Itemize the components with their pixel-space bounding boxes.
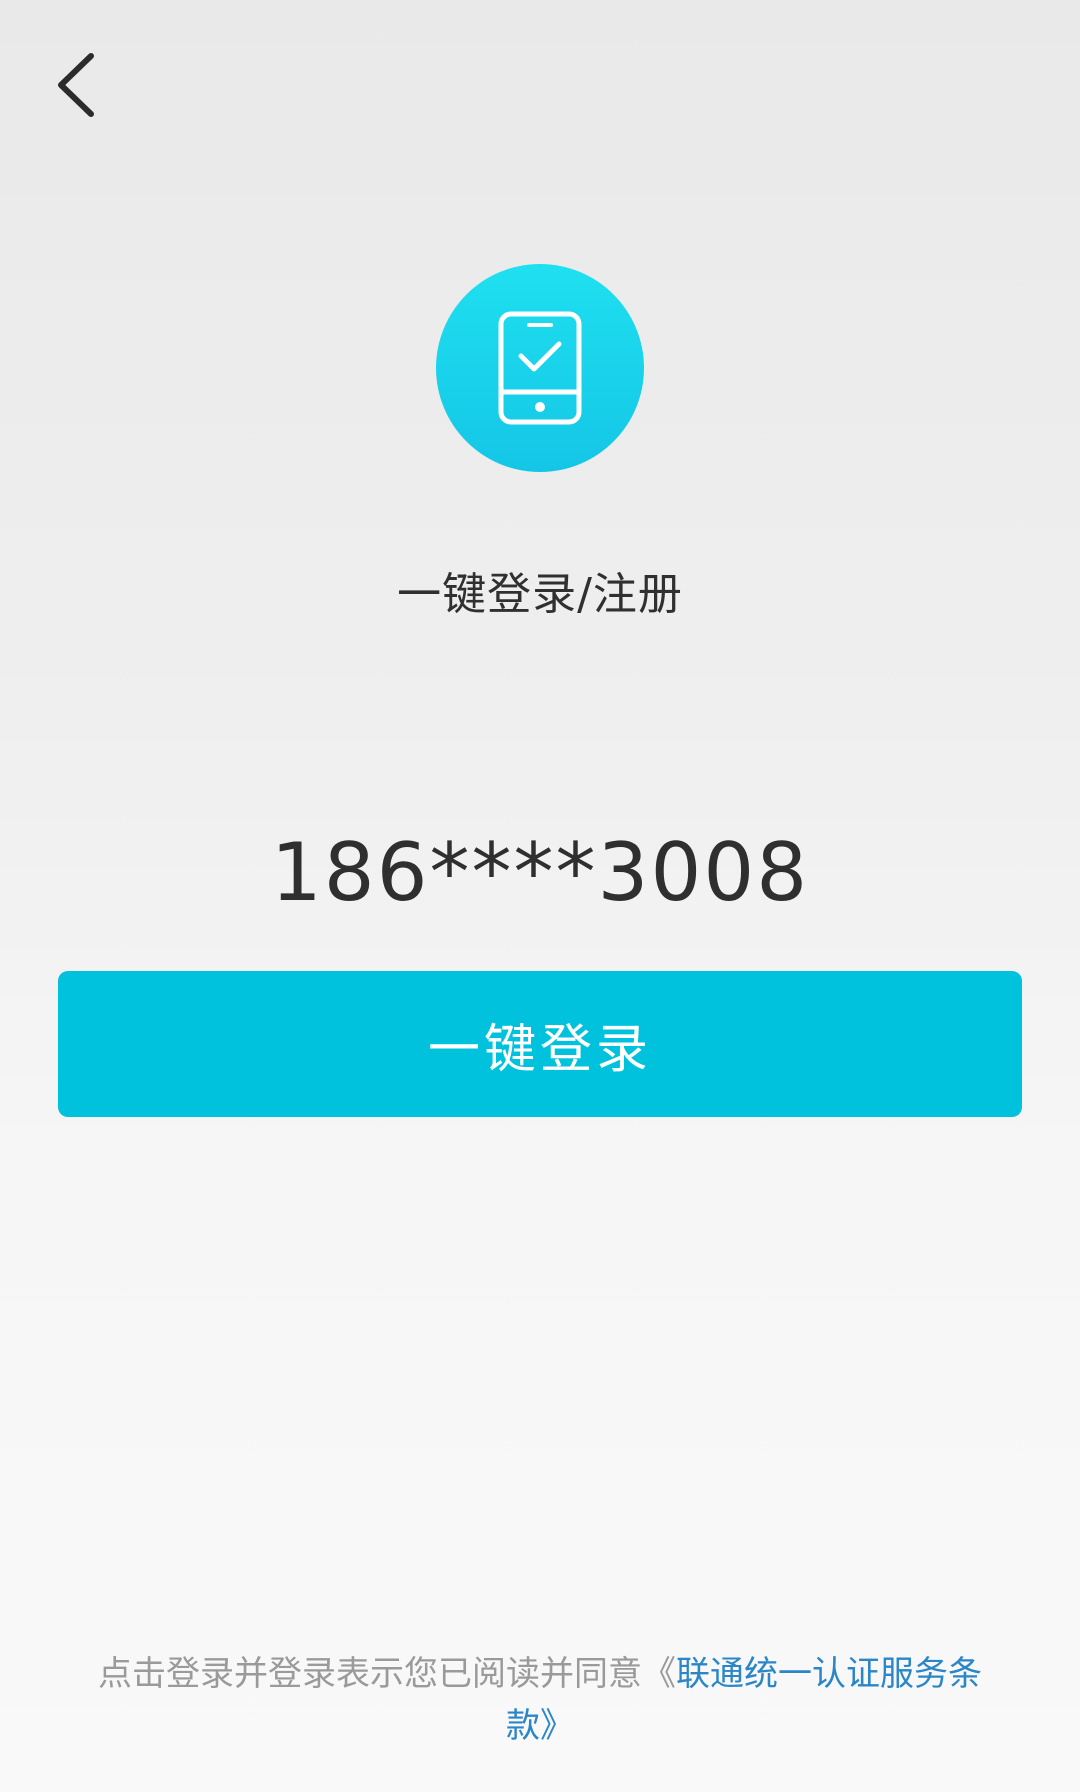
agreement-open-quote: 《	[642, 1654, 676, 1694]
page-title: 一键登录/注册	[397, 569, 683, 620]
back-button[interactable]	[36, 30, 116, 140]
app-logo	[436, 264, 644, 472]
agreement-notice: 点击登录并登录表示您已阅读并同意《联通统一认证服务条款》	[80, 1648, 1000, 1752]
phone-check-icon	[498, 311, 582, 425]
one-click-login-button[interactable]: 一键登录	[58, 971, 1022, 1117]
masked-phone-number: 186****3008	[270, 826, 810, 919]
agreement-prefix: 点击登录并登录表示您已阅读并同意	[98, 1654, 642, 1694]
login-button-label: 一键登录	[427, 1019, 652, 1080]
agreement-close-quote: 》	[540, 1706, 574, 1746]
chevron-left-icon	[58, 53, 94, 117]
